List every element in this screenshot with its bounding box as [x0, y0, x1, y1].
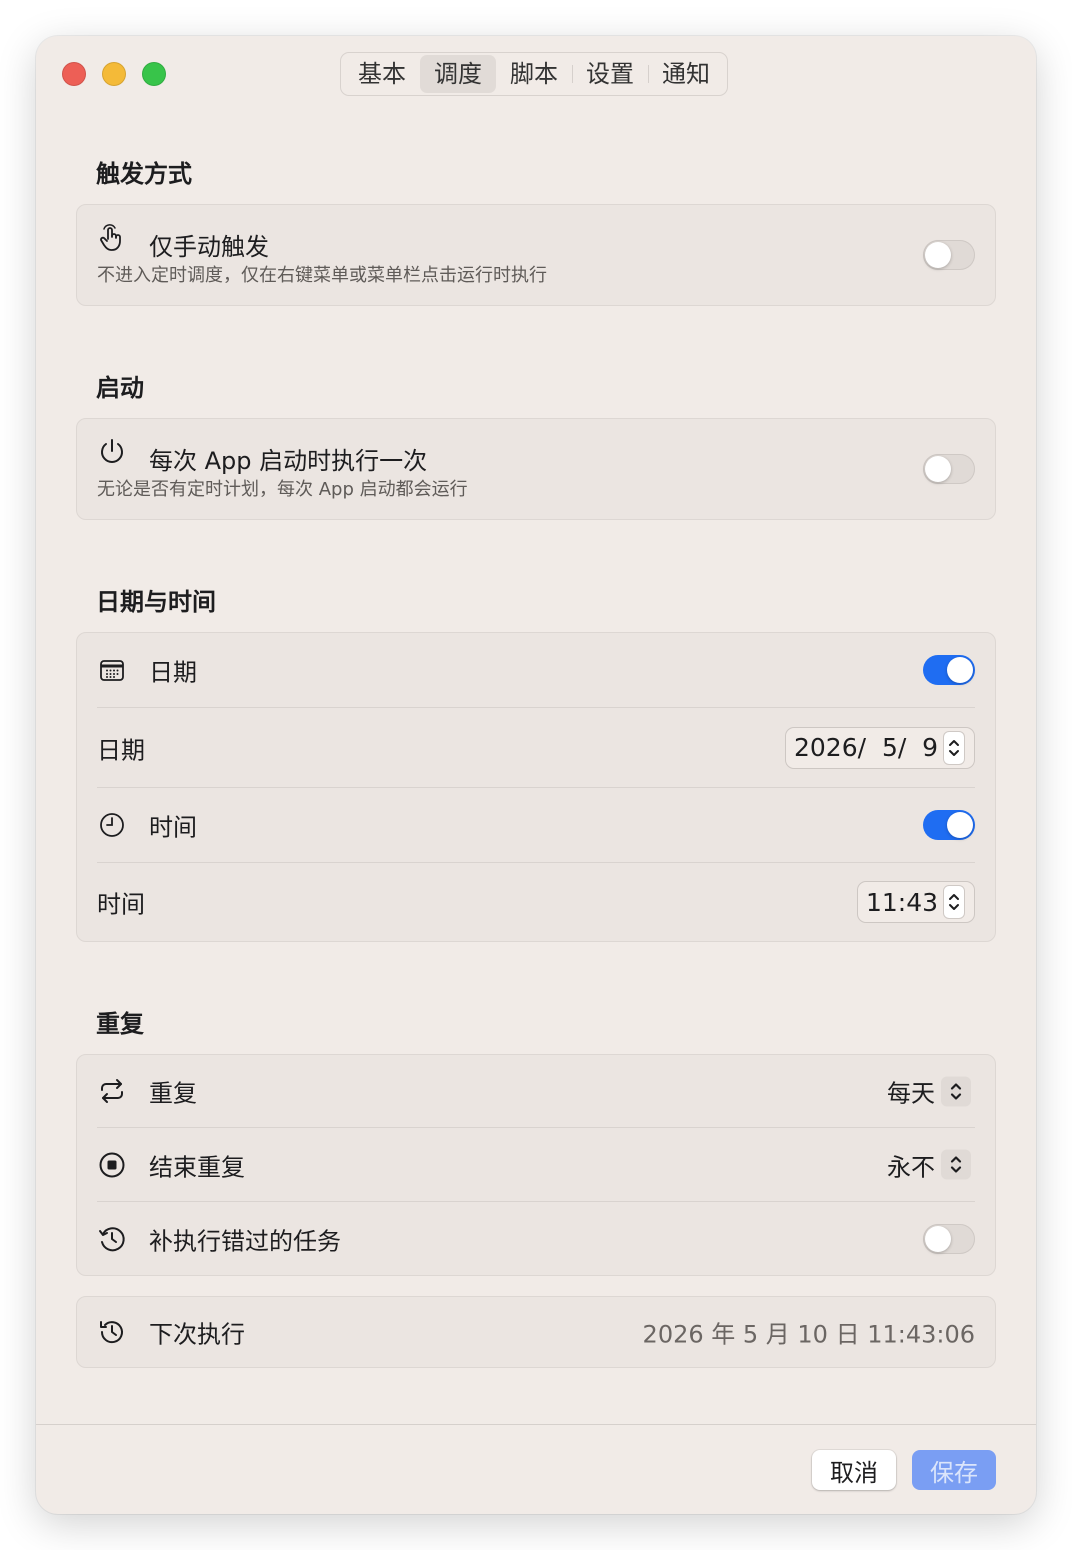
stepper-chevrons-icon — [949, 739, 960, 756]
end-repeat-row: 结束重复 永不 — [77, 1128, 995, 1201]
hand-tap-icon — [97, 223, 127, 253]
save-button[interactable]: 保存 — [912, 1450, 996, 1490]
calendar-icon — [97, 655, 127, 685]
tab-bar: 基本 调度 脚本 设置 通知 — [340, 52, 728, 96]
clock-history-icon — [97, 1317, 127, 1347]
clock-icon — [97, 810, 127, 840]
run-on-launch-label: 每次 App 启动时执行一次 — [149, 447, 428, 475]
window-controls — [62, 62, 166, 86]
window: 基本 调度 脚本 设置 通知 触发方式 仅手动触发 不进入定时调度，仅在右键菜单… — [36, 36, 1036, 1514]
next-run-row: 下次执行 2026 年 5 月 10 日 11:43:06 — [77, 1297, 995, 1367]
date-field-label: 日期 — [97, 736, 145, 764]
end-repeat-value[interactable]: 永不 — [887, 1147, 935, 1182]
tab-notifications[interactable]: 通知 — [648, 55, 724, 93]
time-toggle-label: 时间 — [149, 813, 197, 842]
time-value[interactable]: 11:43 — [866, 888, 938, 917]
section-title-repeat: 重复 — [96, 1010, 144, 1038]
section-title-datetime: 日期与时间 — [96, 588, 216, 616]
section-title-trigger: 触发方式 — [96, 160, 192, 188]
end-repeat-popup-arrows[interactable] — [941, 1149, 971, 1180]
repeat-popup[interactable]: 每天 — [887, 1074, 971, 1109]
manual-only-description: 不进入定时调度，仅在右键菜单或菜单栏点击运行时执行 — [97, 265, 547, 286]
manual-only-label: 仅手动触发 — [149, 233, 269, 261]
date-stepper-arrows[interactable] — [944, 731, 965, 764]
footer-divider — [36, 1424, 1036, 1425]
run-on-launch-row: 每次 App 启动时执行一次 无论是否有定时计划，每次 App 启动都会运行 — [77, 419, 995, 519]
time-toggle[interactable] — [923, 810, 975, 840]
cancel-button[interactable]: 取消 — [812, 1450, 896, 1490]
date-toggle[interactable] — [923, 655, 975, 685]
close-window-button[interactable] — [62, 62, 86, 86]
time-field-row: 时间 11:43 — [77, 863, 995, 941]
power-icon — [97, 437, 127, 467]
launch-card: 每次 App 启动时执行一次 无论是否有定时计划，每次 App 启动都会运行 — [76, 418, 996, 520]
minimize-window-button[interactable] — [102, 62, 126, 86]
time-field-label: 时间 — [97, 890, 145, 919]
end-repeat-label: 结束重复 — [149, 1153, 245, 1181]
repeat-value[interactable]: 每天 — [887, 1074, 935, 1109]
time-toggle-row: 时间 — [77, 788, 995, 862]
section-title-launch: 启动 — [96, 374, 144, 402]
catch-up-label: 补执行错过的任务 — [149, 1227, 341, 1256]
next-run-value: 2026 年 5 月 10 日 11:43:06 — [642, 1320, 975, 1349]
date-value[interactable]: 2026/ 5/ 9 — [794, 733, 938, 762]
next-run-card: 下次执行 2026 年 5 月 10 日 11:43:06 — [76, 1296, 996, 1368]
chevron-up-down-icon — [950, 1082, 962, 1100]
history-icon — [97, 1224, 127, 1254]
catch-up-toggle[interactable] — [923, 1224, 975, 1254]
stepper-chevrons-icon — [949, 894, 960, 910]
tab-script[interactable]: 脚本 — [496, 55, 572, 93]
repeat-popup-arrows[interactable] — [941, 1076, 971, 1106]
zoom-window-button[interactable] — [142, 62, 166, 86]
repeat-card: 重复 每天 结束重复 永不 补执行错过的任务 — [76, 1054, 996, 1276]
date-stepper[interactable]: 2026/ 5/ 9 — [785, 726, 975, 769]
chevron-up-down-icon — [950, 1156, 962, 1173]
time-stepper-arrows[interactable] — [944, 886, 965, 918]
repeat-icon — [97, 1076, 127, 1106]
end-repeat-popup[interactable]: 永不 — [887, 1147, 971, 1182]
date-toggle-label: 日期 — [149, 658, 197, 687]
stop-circle-icon — [97, 1150, 127, 1180]
trigger-card: 仅手动触发 不进入定时调度，仅在右键菜单或菜单栏点击运行时执行 — [76, 204, 996, 306]
manual-only-toggle[interactable] — [923, 240, 975, 270]
next-run-label: 下次执行 — [149, 1320, 245, 1349]
date-field-row: 日期 2026/ 5/ 9 — [77, 708, 995, 787]
repeat-row: 重复 每天 — [77, 1055, 995, 1127]
run-on-launch-description: 无论是否有定时计划，每次 App 启动都会运行 — [97, 479, 468, 500]
tab-schedule[interactable]: 调度 — [420, 55, 496, 93]
catch-up-row: 补执行错过的任务 — [77, 1202, 995, 1276]
date-toggle-row: 日期 — [77, 633, 995, 707]
manual-only-row: 仅手动触发 不进入定时调度，仅在右键菜单或菜单栏点击运行时执行 — [77, 205, 995, 305]
datetime-card: 日期 日期 2026/ 5/ 9 时间 时间 11:43 — [76, 632, 996, 942]
tab-basic[interactable]: 基本 — [344, 55, 420, 93]
time-stepper[interactable]: 11:43 — [857, 881, 975, 923]
tab-settings[interactable]: 设置 — [572, 55, 648, 93]
repeat-label: 重复 — [149, 1079, 197, 1108]
run-on-launch-toggle[interactable] — [923, 454, 975, 484]
